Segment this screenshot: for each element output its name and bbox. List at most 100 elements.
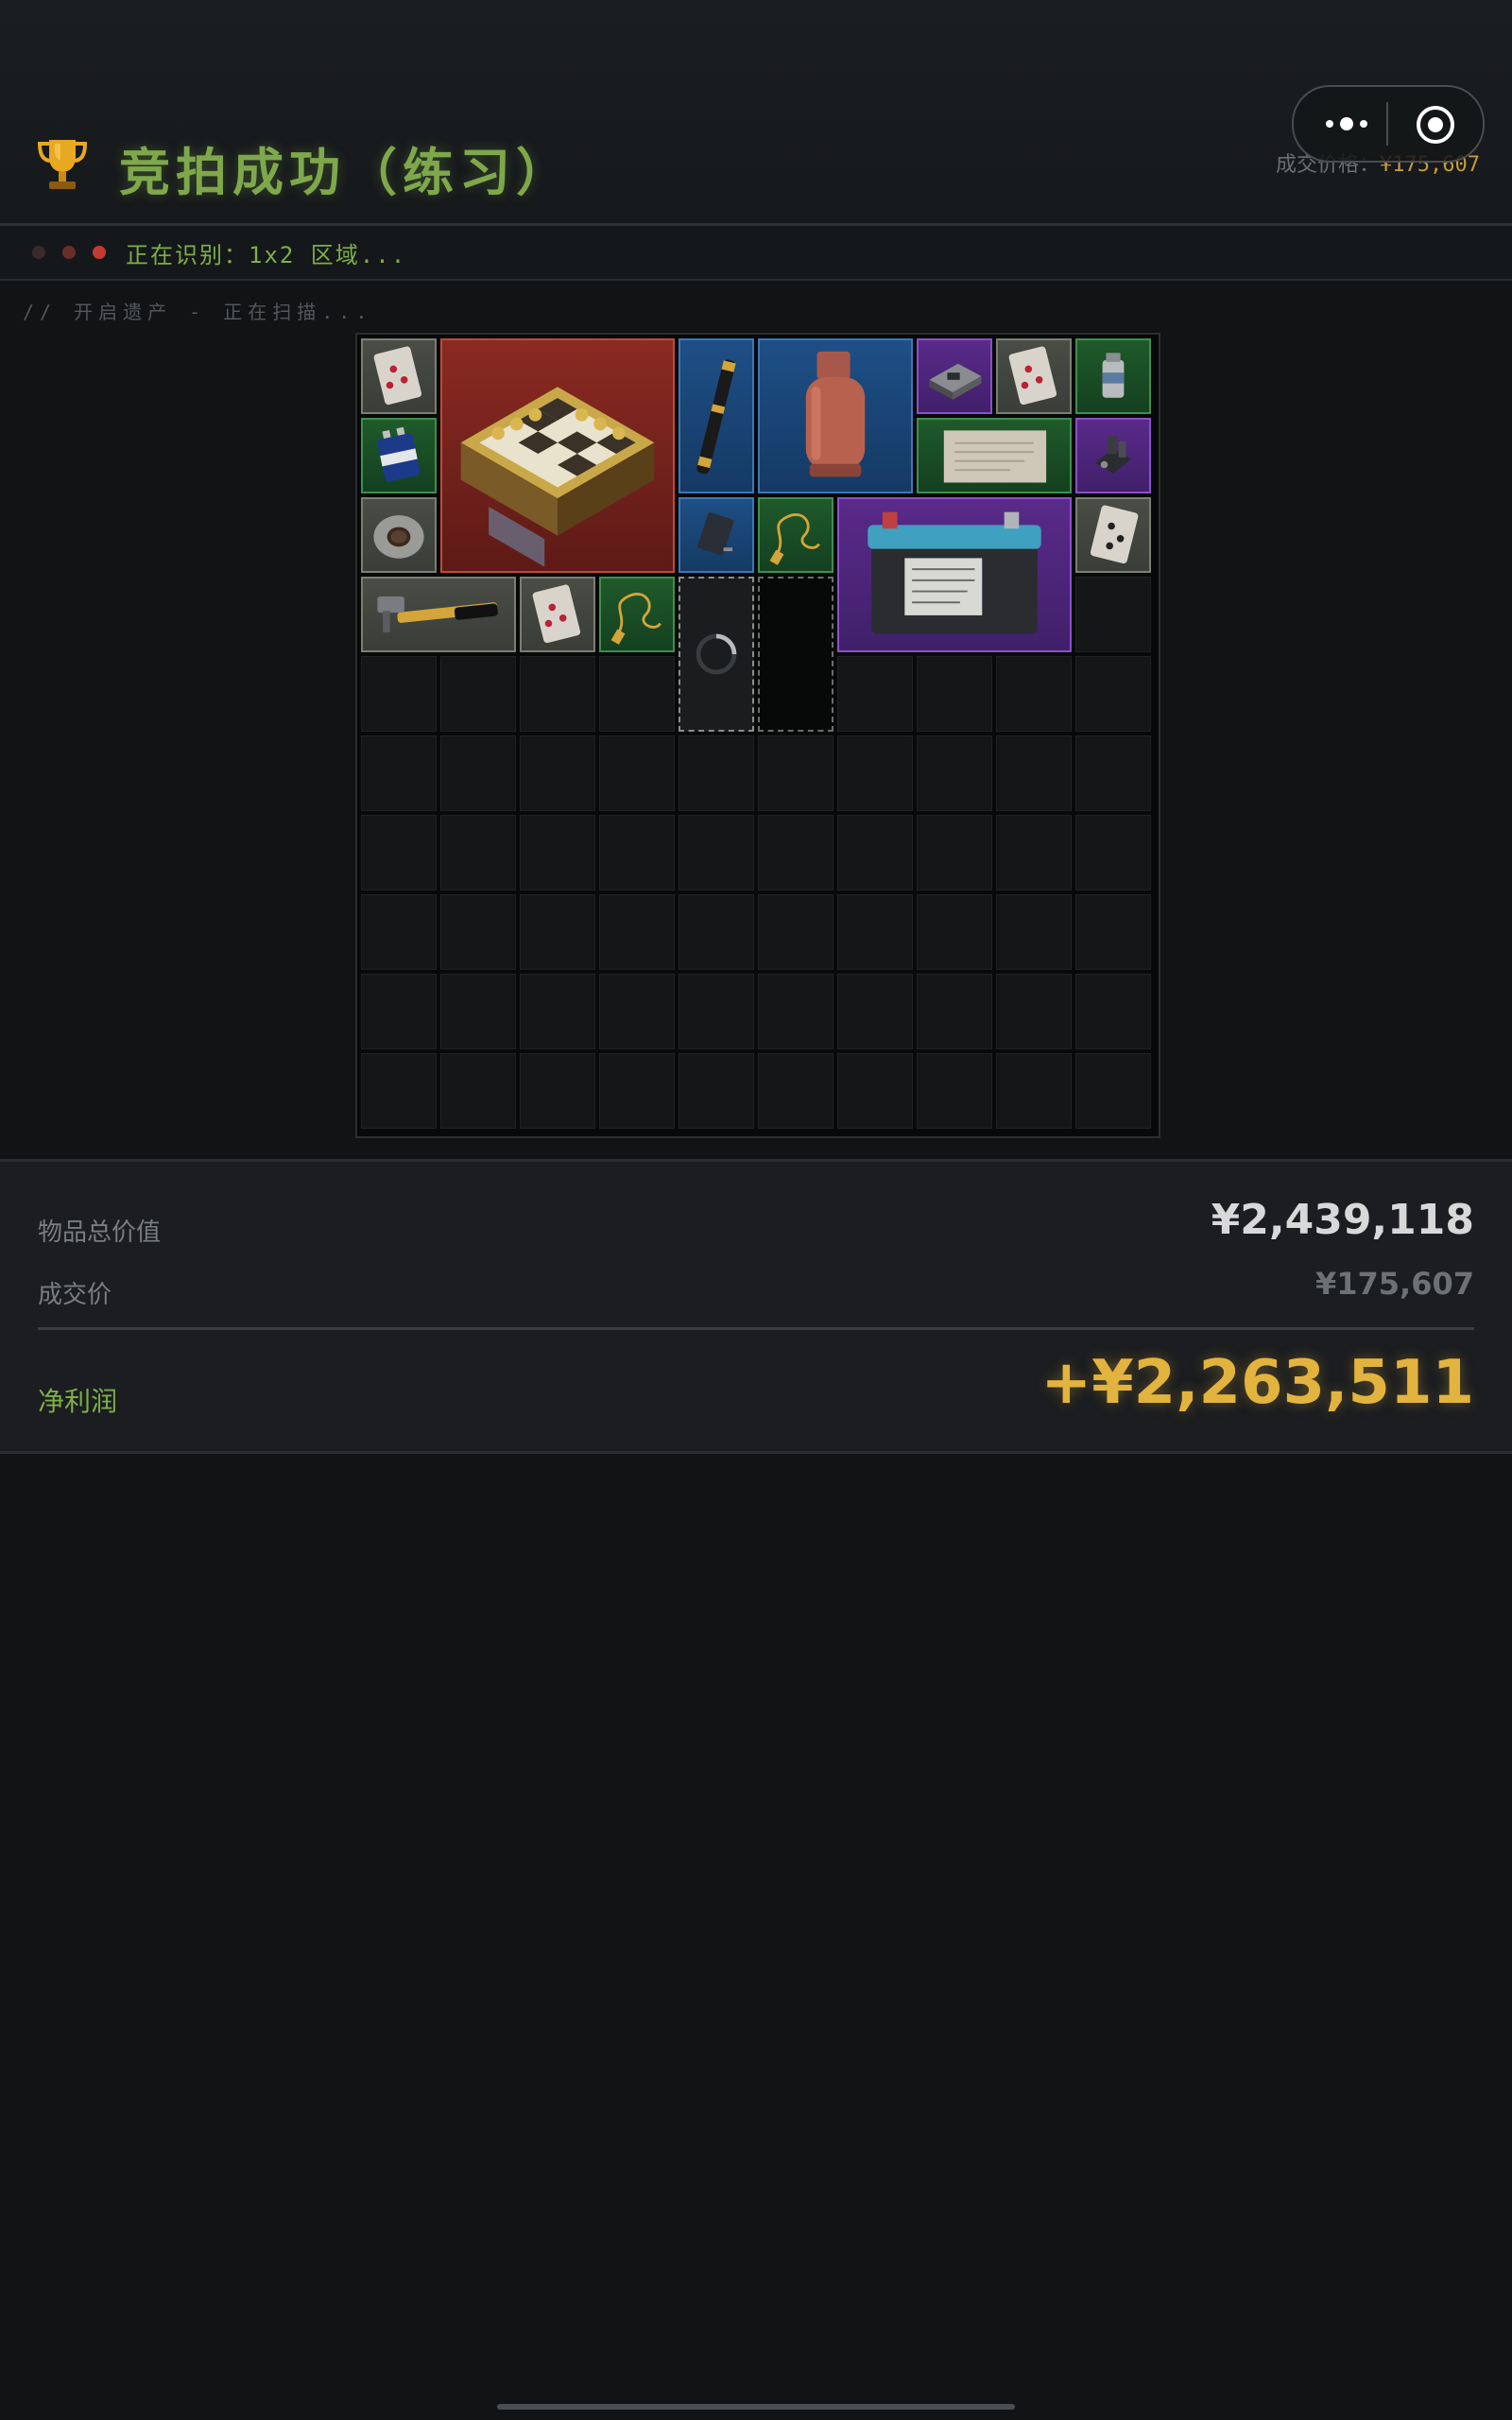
- item-duct-tape[interactable]: [361, 497, 437, 573]
- gold-chain-icon: [610, 593, 662, 645]
- inventory-cell: [758, 815, 833, 890]
- item-car-battery[interactable]: [837, 497, 1072, 652]
- document-icon: [943, 430, 1047, 483]
- item-gas-canister[interactable]: [758, 338, 913, 493]
- inventory-cell: [520, 1053, 595, 1129]
- inventory-cell: [917, 815, 992, 890]
- inventory-cell: [996, 735, 1072, 811]
- playing-card-icon: [373, 346, 422, 406]
- inventory-cell: [917, 1053, 992, 1129]
- chess-set-icon: [460, 387, 655, 567]
- inventory-cell: [520, 656, 595, 732]
- page-title: 竞拍成功（练习）: [119, 143, 573, 202]
- status-text: 正在识别：1x2 区域...: [126, 242, 407, 268]
- inventory-cell: [917, 735, 992, 811]
- status-dot-1: [32, 246, 45, 259]
- deal-price-row-value: ¥175,607: [1314, 1266, 1474, 1302]
- capsule-divider: [1386, 102, 1388, 146]
- inventory-cell: [679, 974, 754, 1049]
- gas-canister-icon: [805, 351, 866, 477]
- gold-chain-icon: [769, 513, 820, 565]
- inventory-cell: [440, 735, 516, 811]
- battery-icon: [377, 426, 421, 482]
- inventory-cell: [837, 735, 913, 811]
- inventory-cell: [440, 974, 516, 1049]
- miniprogram-capsule: [1292, 85, 1485, 163]
- item-playing-card[interactable]: [361, 338, 437, 414]
- deal-price-row-label: 成交价: [38, 1281, 112, 1309]
- status-dot-3: [93, 246, 106, 259]
- item-gold-chain[interactable]: [758, 497, 833, 573]
- inventory-cell: [758, 735, 833, 811]
- inventory-cell: [917, 894, 992, 970]
- inventory-cell: [996, 1053, 1072, 1129]
- inventory-cell: [996, 815, 1072, 890]
- duct-tape-icon: [373, 515, 424, 559]
- item-playing-card[interactable]: [996, 338, 1072, 414]
- item-playing-card-spade[interactable]: [1075, 497, 1151, 573]
- inventory-cell: [361, 974, 437, 1049]
- trophy-icon: [37, 140, 88, 189]
- net-profit-value: +¥2,263,511: [1040, 1348, 1475, 1418]
- item-circuit-module[interactable]: [917, 338, 992, 414]
- net-profit-label: 净利润: [38, 1386, 118, 1417]
- inventory-cell: [599, 815, 675, 890]
- inventory-cell: [996, 894, 1072, 970]
- total-value-label: 物品总价值: [38, 1219, 162, 1247]
- summary-divider: [38, 1327, 1474, 1330]
- inventory-cell: [679, 1053, 754, 1129]
- inventory-cell: [837, 1053, 913, 1129]
- inventory-cell: [361, 735, 437, 811]
- header: 竞拍成功（练习） 成交价格：¥175,607: [0, 0, 1512, 226]
- inventory-cell: [361, 656, 437, 732]
- unrevealed-slot: [758, 577, 833, 732]
- inventory-cell: [440, 656, 516, 732]
- inventory-cell: [1075, 894, 1151, 970]
- inventory-cell: [599, 656, 675, 732]
- scanning-slot: [679, 577, 754, 732]
- inventory-cell: [996, 656, 1072, 732]
- inventory-cell: [758, 894, 833, 970]
- inventory-cell: [996, 974, 1072, 1049]
- inventory-cell: [361, 1053, 437, 1129]
- playing-card-spade-icon: [1090, 505, 1139, 564]
- inventory-cell: [1075, 577, 1151, 652]
- inventory-cell: [679, 735, 754, 811]
- inventory-cell: [758, 1053, 833, 1129]
- inventory-cell: [917, 974, 992, 1049]
- item-telescope[interactable]: [679, 338, 754, 493]
- playing-card-icon: [1008, 346, 1057, 406]
- small-canister-icon: [1102, 353, 1125, 398]
- inventory-cell: [520, 815, 595, 890]
- summary-panel: 物品总价值 ¥2,439,118 成交价 ¥175,607 净利润 +¥2,26…: [0, 1159, 1512, 1454]
- item-canister-small[interactable]: [1075, 338, 1151, 414]
- item-playing-card[interactable]: [520, 577, 595, 652]
- inventory-cell: [599, 974, 675, 1049]
- inventory-cell: [679, 815, 754, 890]
- item-hammer[interactable]: [361, 577, 516, 652]
- inventory-cell: [599, 735, 675, 811]
- inventory-cell: [599, 894, 675, 970]
- inventory-cell: [440, 1053, 516, 1129]
- circuit-module-icon: [929, 363, 982, 400]
- item-electronic-part[interactable]: [1075, 418, 1151, 493]
- item-chess-set[interactable]: [440, 338, 675, 573]
- inventory-cell: [837, 974, 913, 1049]
- more-icon[interactable]: [1320, 108, 1373, 140]
- inventory-cell: [440, 815, 516, 890]
- inventory-cell: [1075, 656, 1151, 732]
- home-indicator[interactable]: [497, 2404, 1015, 2410]
- item-old-document[interactable]: [917, 418, 1072, 493]
- item-hard-drive[interactable]: [679, 497, 754, 573]
- inventory-cell: [758, 974, 833, 1049]
- car-battery-icon: [868, 511, 1041, 634]
- inventory-cell: [679, 894, 754, 970]
- close-target-icon[interactable]: [1415, 104, 1456, 146]
- inventory-cell: [837, 815, 913, 890]
- inventory-cell: [520, 894, 595, 970]
- item-gold-chain[interactable]: [599, 577, 675, 652]
- inventory-cell: [1075, 1053, 1151, 1129]
- inventory-cell: [1075, 974, 1151, 1049]
- item-battery-9v[interactable]: [361, 418, 437, 493]
- hammer-icon: [377, 596, 498, 632]
